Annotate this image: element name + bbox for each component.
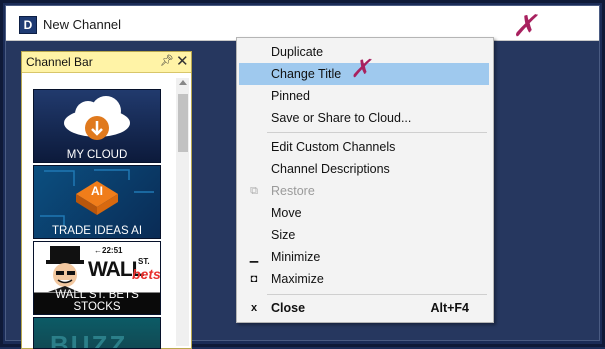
menu-item-shortcut: Alt+F4 xyxy=(430,301,469,315)
scroll-up-arrow-icon[interactable] xyxy=(179,80,187,85)
channel-tile-my-cloud[interactable]: MY CLOUD xyxy=(33,89,161,163)
annotation-x-mark: ✗ xyxy=(510,9,543,44)
menu-item-close[interactable]: x Close Alt+F4 xyxy=(239,297,489,319)
close-icon[interactable]: ✕ xyxy=(176,52,189,70)
restore-icon: ⧉ xyxy=(250,185,258,197)
channel-tile-art: BUZZ xyxy=(50,330,128,349)
window-context-menu: Duplicate Change Title Pinned Save or Sh… xyxy=(236,37,494,323)
channel-tile-wallstreetbets[interactable]: ←22:51 WALL ST. bets WALL ST. BETS STOCK… xyxy=(33,241,161,315)
app-logo-icon: D xyxy=(19,16,37,34)
pin-icon[interactable]: 📌︎ xyxy=(160,54,174,68)
channel-tile-label: TRADE IDEAS AI xyxy=(51,225,143,237)
menu-item-label: Close xyxy=(271,301,306,315)
menu-item-label: Save or Share to Cloud... xyxy=(271,111,412,125)
menu-item-restore[interactable]: ⧉ Restore xyxy=(239,180,489,202)
window-title: New Channel xyxy=(43,17,122,32)
menu-item-minimize[interactable]: ▁ Minimize xyxy=(239,246,489,268)
menu-item-channel-descriptions[interactable]: Channel Descriptions xyxy=(239,158,489,180)
scrollbar-thumb[interactable] xyxy=(178,94,188,152)
menu-item-label: Move xyxy=(271,206,302,220)
menu-item-label: Minimize xyxy=(271,250,321,264)
main-window: D New Channel ✗ Channel Bar 📌︎ ✕ MY CLOU… xyxy=(5,5,600,349)
maximize-icon: ◘ xyxy=(250,273,258,285)
menu-item-move[interactable]: Move xyxy=(239,202,489,224)
menu-item-label: Edit Custom Channels xyxy=(271,140,396,154)
menu-item-size[interactable]: Size xyxy=(239,224,489,246)
menu-item-label: Restore xyxy=(271,184,315,198)
wsb-logo-bets: bets xyxy=(132,266,161,282)
menu-item-save-share-cloud[interactable]: Save or Share to Cloud... xyxy=(239,107,489,129)
menu-item-label: Maximize xyxy=(271,272,324,286)
channel-tile-label: WALL ST. BETS STOCKS xyxy=(55,289,139,313)
menu-item-pinned[interactable]: Pinned xyxy=(239,85,489,107)
menu-item-label: Size xyxy=(271,228,296,242)
channel-tile-trade-ideas-ai[interactable]: AI TRADE IDEAS AI xyxy=(33,165,161,239)
wsb-ticker-text: ←22:51 xyxy=(94,246,123,255)
channel-tile-partial[interactable]: BUZZ xyxy=(33,317,161,349)
menu-separator xyxy=(267,132,487,133)
channel-bar-title: Channel Bar xyxy=(26,55,93,69)
channel-bar-panel: Channel Bar 📌︎ ✕ MY CLOUD AI TRADE IDEAS… xyxy=(21,51,192,349)
wsb-logo-st: ST. xyxy=(138,257,150,266)
menu-item-label: Channel Descriptions xyxy=(271,162,390,176)
window-titlebar[interactable]: D New Channel ✗ xyxy=(6,6,599,44)
minimize-icon: ▁ xyxy=(249,251,259,263)
menu-item-label: Duplicate xyxy=(271,45,324,59)
sidebar-scrollbar[interactable] xyxy=(176,78,189,346)
menu-item-maximize[interactable]: ◘ Maximize xyxy=(239,268,489,290)
menu-separator xyxy=(267,294,487,295)
ai-badge: AI xyxy=(91,184,103,198)
menu-item-label: Change Title xyxy=(271,67,342,81)
channel-bar-header: Channel Bar 📌︎ ✕ xyxy=(22,52,191,73)
menu-item-edit-custom-channels[interactable]: Edit Custom Channels xyxy=(239,136,489,158)
channel-tile-label: MY CLOUD xyxy=(66,149,128,161)
close-icon: x xyxy=(250,302,258,314)
menu-item-label: Pinned xyxy=(271,89,310,103)
